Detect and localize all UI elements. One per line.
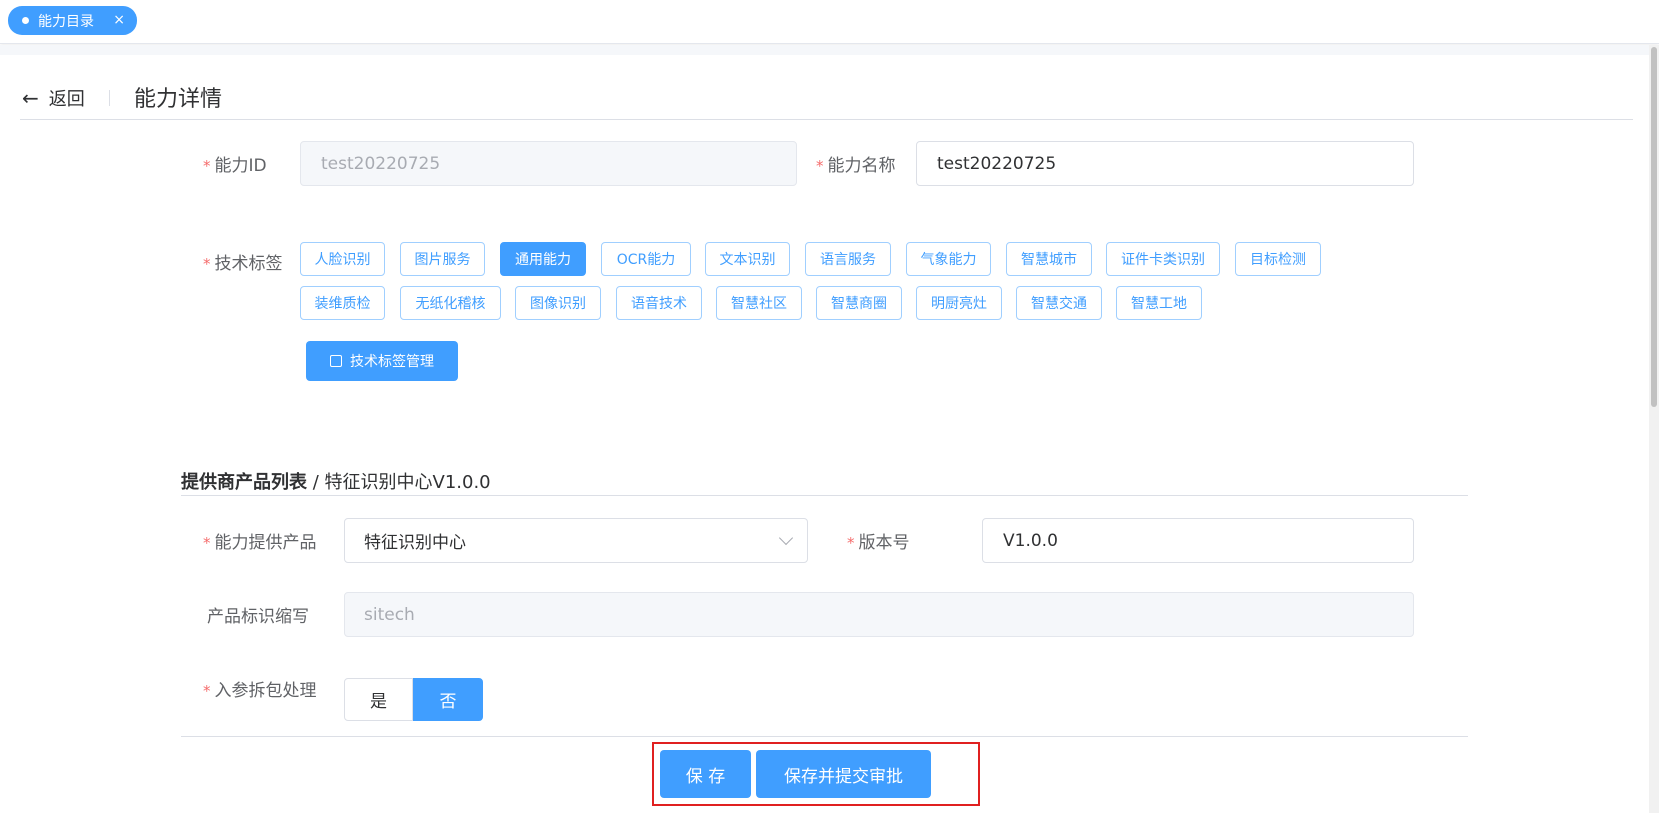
scrollbar-thumb[interactable] bbox=[1651, 47, 1657, 407]
version-label: * 版本号 bbox=[847, 528, 910, 553]
version-input[interactable]: V1.0.0 bbox=[982, 518, 1414, 563]
page-header: ← 返回 能力详情 bbox=[20, 78, 1633, 120]
required-marker: * bbox=[847, 534, 855, 552]
tab-ability-catalog[interactable]: 能力目录 × bbox=[8, 6, 137, 35]
tag-item[interactable]: 智慧商圈 bbox=[816, 286, 902, 320]
tag-item[interactable]: 文本识别 bbox=[705, 242, 790, 276]
version-label-text: 版本号 bbox=[858, 533, 910, 553]
tag-item[interactable]: 目标检测 bbox=[1235, 242, 1321, 276]
ability-id-label: * 能力ID bbox=[203, 151, 267, 176]
provider-section-title-bold: 提供商产品列表 bbox=[181, 472, 307, 493]
product-label: * 能力提供产品 bbox=[203, 528, 317, 553]
arrow-left-icon: ← bbox=[22, 86, 39, 110]
product-label-text: 能力提供产品 bbox=[214, 533, 317, 553]
provider-section-title-rest: / 特征识别中心V1.0.0 bbox=[307, 472, 491, 493]
tag-item[interactable]: 智慧交通 bbox=[1016, 286, 1102, 320]
close-icon[interactable]: × bbox=[113, 12, 125, 28]
unpack-label: * 入参拆包处理 bbox=[203, 676, 317, 701]
tag-item[interactable]: 图像识别 bbox=[515, 286, 601, 320]
tag-item[interactable]: OCR能力 bbox=[601, 242, 691, 276]
section-divider bbox=[181, 495, 1468, 496]
save-button[interactable]: 保 存 bbox=[660, 750, 751, 798]
tag-item[interactable]: 智慧工地 bbox=[1116, 286, 1202, 320]
required-marker: * bbox=[816, 157, 824, 175]
tag-item[interactable]: 装维质检 bbox=[300, 286, 385, 320]
tech-tag-manage-label: 技术标签管理 bbox=[350, 354, 434, 370]
tag-item[interactable]: 气象能力 bbox=[906, 242, 991, 276]
header-divider bbox=[109, 90, 110, 106]
tag-item[interactable]: 语音技术 bbox=[616, 286, 702, 320]
tag-item[interactable]: 语言服务 bbox=[805, 242, 891, 276]
tag-item[interactable]: 智慧社区 bbox=[716, 286, 802, 320]
provider-section-title: 提供商产品列表 / 特征识别中心V1.0.0 bbox=[181, 468, 491, 494]
tab-label: 能力目录 bbox=[38, 13, 94, 30]
vertical-scrollbar[interactable] bbox=[1649, 45, 1659, 813]
page-title: 能力详情 bbox=[134, 87, 223, 112]
tech-tags-label-text: 技术标签 bbox=[214, 254, 283, 274]
tech-tag-manage-button[interactable]: 技术标签管理 bbox=[306, 341, 458, 381]
radio-no[interactable]: 否 bbox=[413, 678, 483, 721]
product-select-value: 特征识别中心 bbox=[364, 533, 466, 553]
ability-name-label: * 能力名称 bbox=[816, 151, 896, 176]
ability-id-input[interactable]: test20220725 bbox=[300, 141, 797, 186]
product-select[interactable]: 特征识别中心 bbox=[344, 518, 808, 563]
tag-item[interactable]: 无纸化稽核 bbox=[400, 286, 501, 320]
tab-dot-icon bbox=[22, 17, 29, 24]
tag-item[interactable]: 图片服务 bbox=[400, 242, 485, 276]
form-bottom-divider bbox=[181, 736, 1468, 737]
abbr-label: 产品标识缩写 bbox=[207, 607, 309, 627]
tag-item[interactable]: 智慧城市 bbox=[1006, 242, 1092, 276]
back-label: 返回 bbox=[48, 89, 85, 110]
abbr-input[interactable]: sitech bbox=[344, 592, 1414, 637]
back-button[interactable]: ← 返回 bbox=[22, 85, 85, 111]
unpack-radio-group: 是 否 bbox=[344, 678, 483, 721]
ability-id-label-text: 能力ID bbox=[214, 156, 267, 176]
required-marker: * bbox=[203, 255, 211, 273]
tag-item[interactable]: 人脸识别 bbox=[300, 242, 385, 276]
required-marker: * bbox=[203, 157, 211, 175]
edit-icon bbox=[330, 355, 342, 367]
ability-name-label-text: 能力名称 bbox=[827, 156, 896, 176]
tag-item[interactable]: 证件卡类识别 bbox=[1106, 242, 1220, 276]
ability-name-input[interactable]: test20220725 bbox=[916, 141, 1414, 186]
chevron-down-icon bbox=[778, 530, 794, 546]
tag-item-active[interactable]: 通用能力 bbox=[500, 242, 586, 276]
save-submit-button[interactable]: 保存并提交审批 bbox=[756, 750, 931, 798]
content-gap bbox=[0, 45, 1659, 55]
tag-item[interactable]: 明厨亮灶 bbox=[916, 286, 1002, 320]
radio-yes[interactable]: 是 bbox=[344, 678, 413, 721]
tech-tags-label: * 技术标签 bbox=[203, 249, 283, 274]
required-marker: * bbox=[203, 534, 211, 552]
tab-bar: 能力目录 × bbox=[0, 0, 1659, 44]
required-marker: * bbox=[203, 682, 211, 700]
unpack-label-text: 入参拆包处理 bbox=[214, 681, 317, 701]
